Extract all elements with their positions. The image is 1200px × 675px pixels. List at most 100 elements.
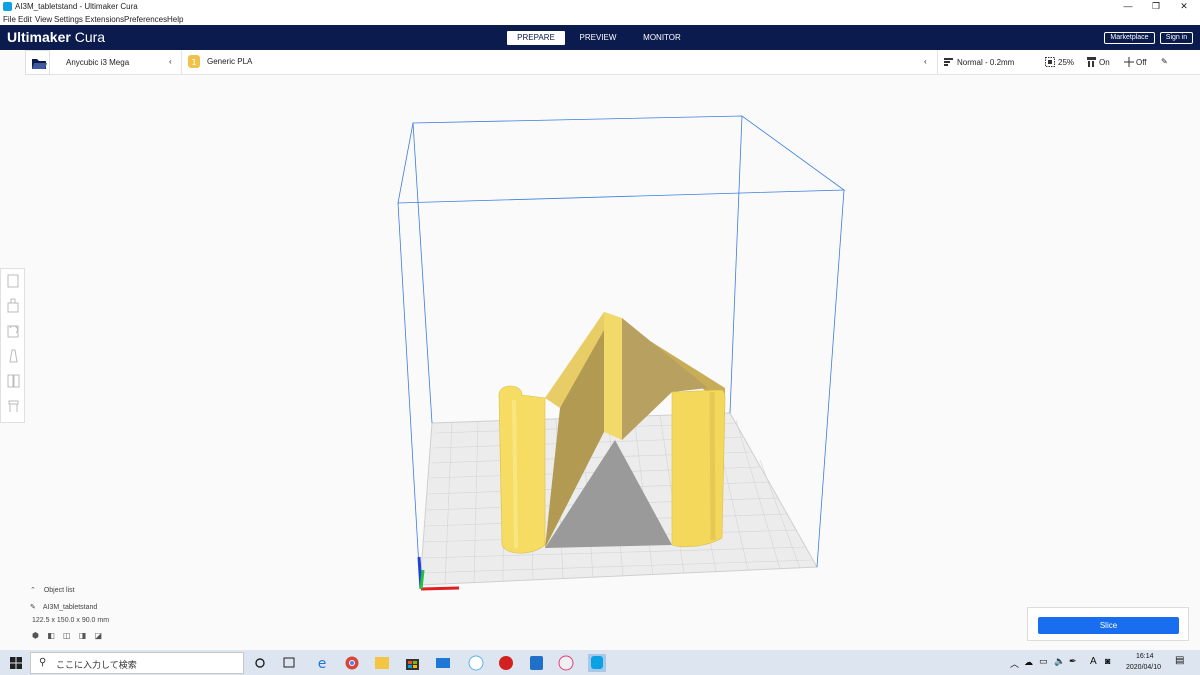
task-view-icon[interactable] — [283, 657, 295, 668]
object-dimensions: 122.5 x 150.0 x 90.0 mm — [32, 617, 110, 624]
support-icon — [1087, 57, 1096, 67]
logo-brand: Ultimaker — [7, 29, 71, 45]
logo-product: Cura — [74, 29, 106, 45]
object-list-heading: Object list — [43, 587, 75, 594]
wunderlist-icon[interactable] — [468, 655, 484, 671]
calendar-app-icon[interactable] — [530, 656, 543, 670]
material-spool-icon: 1 — [188, 55, 200, 68]
view-3d-icon[interactable]: ⬢ — [32, 631, 39, 640]
infill-value[interactable]: 25% — [1058, 58, 1074, 67]
menu-help[interactable]: Help — [167, 15, 183, 24]
slice-button[interactable]: Slice — [1038, 617, 1179, 634]
restore-button[interactable]: ❐ — [1142, 0, 1170, 13]
slice-panel: Slice — [1027, 607, 1189, 641]
scene-svg — [397, 115, 846, 591]
search-placeholder: ここに入力して検索 — [56, 660, 137, 670]
open-file-button[interactable] — [25, 50, 50, 75]
transform-tools-panel — [0, 268, 25, 423]
view-right-icon[interactable]: ◪ — [95, 631, 103, 640]
taskbar-search-box[interactable]: ⚲ ここに入力して検索 — [30, 652, 244, 674]
support-blocker-button[interactable] — [1, 394, 26, 419]
app-header: Ultimaker Cura PREPARE PREVIEW MONITOR M… — [0, 25, 1200, 50]
tab-monitor[interactable]: MONITOR — [634, 31, 690, 45]
red-app-icon[interactable] — [499, 656, 513, 670]
profile-layers-icon — [944, 58, 953, 66]
cortana-icon[interactable] — [255, 658, 265, 668]
notifications-icon[interactable]: ▤ — [1175, 655, 1184, 666]
close-button[interactable]: ✕ — [1170, 0, 1198, 13]
support-blocker-icon — [8, 400, 19, 412]
store-icon[interactable] — [406, 659, 419, 670]
search-icon: ⚲ — [39, 657, 47, 668]
infill-icon — [1045, 57, 1055, 67]
title-bar: AI3M_tabletstand - Ultimaker Cura — ❐ ✕ — [0, 0, 1200, 13]
view-left-icon[interactable]: ◨ — [79, 631, 87, 640]
window-title: AI3M_tabletstand - Ultimaker Cura — [15, 2, 138, 11]
support-value[interactable]: On — [1099, 58, 1110, 67]
adhesion-value[interactable]: Off — [1136, 58, 1147, 67]
itunes-icon[interactable] — [558, 655, 574, 671]
menu-preferences[interactable]: Preferences — [124, 15, 167, 24]
cura-window: AI3M_tabletstand - Ultimaker Cura — ❐ ✕ … — [0, 0, 1200, 675]
mail-icon[interactable] — [436, 658, 450, 668]
menu-file[interactable]: File — [3, 15, 16, 24]
menu-edit[interactable]: Edit — [18, 15, 32, 24]
clock-date[interactable]: 2020/04/10 — [1126, 664, 1161, 671]
move-icon — [7, 274, 19, 288]
per-model-settings-button[interactable] — [1, 369, 26, 394]
cura-app-icon — [3, 2, 12, 11]
view-front-icon[interactable]: ◧ — [47, 631, 55, 640]
mirror-tool-button[interactable] — [1, 344, 26, 369]
ime-indicator[interactable]: A — [1090, 656, 1097, 667]
chevron-up-icon: ⌃ — [30, 587, 36, 594]
svg-text:1: 1 — [191, 58, 196, 67]
rotate-icon — [7, 325, 19, 338]
tray-ime-settings-icon[interactable]: ◙ — [1105, 656, 1110, 666]
printer-selector[interactable]: Anycubic i3 Mega — [66, 58, 129, 67]
menu-settings[interactable]: Settings — [54, 15, 83, 24]
tab-prepare[interactable]: PREPARE — [507, 31, 565, 45]
tab-preview[interactable]: PREVIEW — [572, 31, 624, 45]
scale-icon — [7, 298, 19, 313]
tray-cloud-icon[interactable]: ☁ — [1024, 657, 1033, 668]
edit-settings-pencil-icon[interactable]: ✎ — [1161, 57, 1168, 66]
tray-volume-icon[interactable]: 🔈 — [1054, 656, 1065, 667]
folder-icon — [32, 59, 47, 69]
printer-toolbar — [25, 50, 1200, 75]
3d-viewport[interactable] — [0, 75, 1200, 650]
marketplace-button[interactable]: Marketplace — [1104, 32, 1155, 44]
camera-view-buttons: ⬢ ◧ ◫ ◨ ◪ — [32, 631, 102, 640]
object-list-toggle[interactable]: ⌃ Object list — [30, 586, 75, 594]
edge-icon[interactable]: e — [318, 656, 327, 672]
print-settings-chevron-icon[interactable]: ‹ — [924, 57, 927, 66]
ultimaker-cura-logo: Ultimaker Cura — [7, 29, 105, 45]
toolbar-divider — [181, 50, 182, 75]
adhesion-icon — [1124, 57, 1134, 67]
pencil-icon: ✎ — [30, 604, 36, 611]
menu-view[interactable]: View — [35, 15, 52, 24]
toolbar-divider — [937, 50, 938, 75]
menu-extensions[interactable]: Extensions — [85, 15, 124, 24]
minimize-button[interactable]: — — [1114, 0, 1142, 13]
taskbar-pinned-apps: e — [255, 654, 606, 672]
scale-tool-button[interactable] — [1, 294, 26, 319]
material-selector[interactable]: Generic PLA — [207, 57, 252, 66]
print-profile[interactable]: Normal - 0.2mm — [957, 58, 1014, 67]
windows-start-icon[interactable] — [10, 657, 22, 669]
object-list-item[interactable]: ✎ AI3M_tabletstand — [30, 603, 97, 611]
rotate-tool-button[interactable] — [1, 319, 26, 344]
mirror-icon — [9, 349, 18, 363]
tray-network-icon[interactable]: ▭ — [1039, 656, 1048, 667]
menu-bar: File Edit View Settings Extensions Prefe… — [0, 13, 1200, 25]
sign-in-button[interactable]: Sign in — [1160, 32, 1193, 44]
per-model-settings-icon — [7, 374, 20, 388]
clock-time[interactable]: 16:14 — [1136, 653, 1154, 660]
printer-collapse-chevron-icon[interactable]: ‹ — [169, 57, 172, 66]
tray-chevron-up-icon[interactable]: ︿ — [1010, 657, 1019, 670]
cura-taskbar-icon[interactable] — [591, 656, 603, 669]
view-top-icon[interactable]: ◫ — [63, 631, 71, 640]
tray-pen-icon[interactable]: ✒ — [1069, 656, 1077, 667]
move-tool-button[interactable] — [1, 269, 26, 294]
file-explorer-icon[interactable] — [375, 657, 389, 669]
object-name: AI3M_tabletstand — [42, 604, 98, 611]
